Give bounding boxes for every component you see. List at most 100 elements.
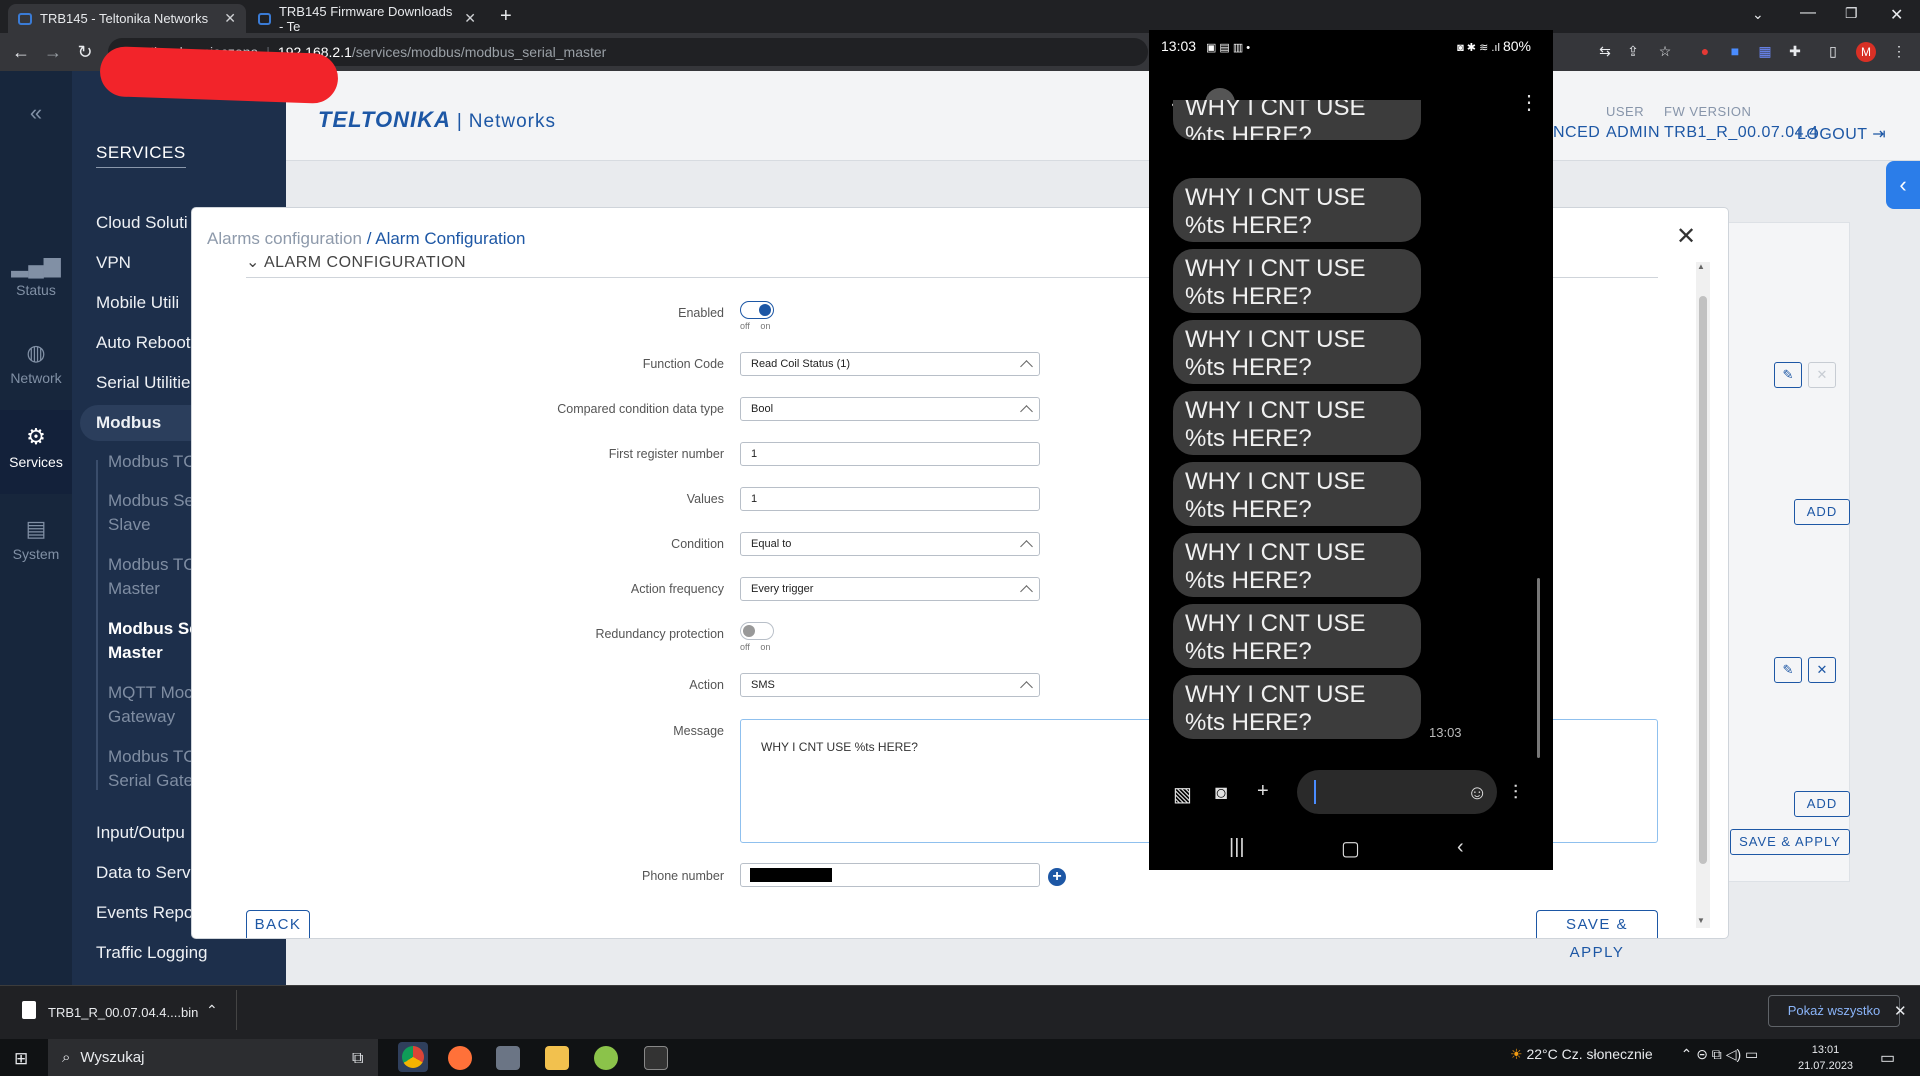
file-explorer-icon[interactable] [545,1046,569,1070]
plus-icon[interactable]: + [1257,780,1269,803]
save-apply-button[interactable]: SAVE & APPLY [1536,910,1658,961]
gallery-icon[interactable]: ▧ [1173,782,1192,807]
voice-icon[interactable]: ⫶ [1513,782,1518,805]
sidebar-item-auto-reboot[interactable]: Auto Reboot [96,333,191,353]
delete-icon[interactable]: ✕ [1808,362,1836,388]
condition-select[interactable]: Equal to [740,532,1040,556]
breadcrumb-parent[interactable]: Alarms configuration [207,229,362,248]
restore-icon[interactable]: ❐ [1845,5,1858,22]
sidebar-item-traffic-logging[interactable]: Traffic Logging [96,943,208,963]
chevron-up-icon [1020,540,1033,553]
profile-avatar[interactable]: M [1856,42,1876,62]
downloads-close-icon[interactable]: ✕ [1894,1002,1907,1020]
task-view-icon[interactable]: ⧉ [352,1050,363,1068]
edit-pencil-icon[interactable]: ✎ [1774,362,1802,388]
delete-icon[interactable]: ✕ [1808,657,1836,683]
notifications-icon[interactable]: ▭ [1880,1048,1895,1068]
browser-menu-icon[interactable]: ⋮ [1890,42,1908,60]
download-item[interactable]: TRB1_R_00.07.04.4....bin [48,1005,198,1020]
sidebar-item-cloud[interactable]: Cloud Soluti [96,213,188,233]
edit-pencil-icon[interactable]: ✎ [1774,657,1802,683]
show-all-downloads-button[interactable]: Pokaż wszystko [1768,995,1900,1027]
taskbar-search[interactable]: ⌕ Wyszukaj [48,1039,378,1076]
app-icon[interactable] [496,1046,520,1070]
sidebar-subitem[interactable]: Modbus Se Slave [108,489,194,537]
action-select[interactable]: SMS [740,673,1040,697]
add-button[interactable]: ADD [1794,499,1850,525]
sidebar-subitem-current[interactable]: Modbus Se Master [108,617,199,665]
camera-icon[interactable]: ◙ [1215,782,1227,805]
modal-close-icon[interactable]: ✕ [1676,222,1696,251]
firefox-icon[interactable] [448,1046,472,1070]
scroll-down-icon[interactable]: ▼ [1697,916,1705,925]
tab-firmware-downloads[interactable]: TRB145 Firmware Downloads - Te ✕ [248,4,486,34]
rail-item-status[interactable]: ▂▄▆ Status [0,252,72,298]
sidepanel-icon[interactable]: ▯ [1824,42,1842,60]
rail-item-system[interactable]: ▤ System [0,516,72,562]
sidebar-item-mobile[interactable]: Mobile Utili [96,293,179,313]
home-icon[interactable]: ▢ [1341,836,1360,861]
phone-nav-back-icon[interactable]: ‹ [1457,836,1464,859]
extension-red-icon[interactable]: ● [1696,42,1714,60]
emoji-icon[interactable]: ☺ [1467,782,1487,805]
mode-label[interactable]: NCED [1553,124,1600,142]
compared-type-select[interactable]: Bool [740,397,1040,421]
sidebar-item-data-to-server[interactable]: Data to Serv [96,863,191,883]
collapse-sidebar-icon[interactable]: « [0,100,72,126]
sidebar-subitem[interactable]: Modbus TC [108,450,196,474]
sidebar-subitem[interactable]: Modbus TC Serial Gate [108,745,196,793]
section-title[interactable]: ⌄ ALARM CONFIGURATION [246,252,466,272]
tray-icons[interactable]: ⊝ ⧉ ◁) ▭ [1696,1046,1758,1062]
sidebar-item-io[interactable]: Input/Outpu [96,823,185,843]
enabled-toggle[interactable] [740,301,774,319]
sidebar-subitem[interactable]: MQTT Moc Gateway [108,681,193,729]
status-bars-icon: ▂▄▆ [11,252,61,277]
minimize-icon[interactable]: — [1800,4,1816,22]
weather-desc[interactable]: Cz. słonecznie [1562,1046,1653,1062]
action-frequency-select[interactable]: Every trigger [740,577,1040,601]
tray-chevron-up-icon[interactable]: ⌃ [1681,1046,1693,1062]
sidebar-subitem[interactable]: Modbus TC Master [108,553,196,601]
windows-start-icon[interactable]: ⊞ [14,1049,28,1069]
taskbar-clock[interactable]: 13:01 21.07.2023 [1798,1042,1853,1074]
extension-translate-icon[interactable]: ▦ [1756,42,1774,60]
back-button[interactable]: BACK [246,910,310,938]
sidebar-item-events[interactable]: Events Repo [96,903,193,923]
logout-button[interactable]: LOGOUT ⇥ [1797,124,1886,144]
side-panel-toggle-icon[interactable]: ‹ [1886,161,1920,209]
redundancy-toggle[interactable] [740,622,774,640]
function-code-select[interactable]: Read Coil Status (1) [740,352,1040,376]
share-icon[interactable]: ⇪ [1624,42,1642,60]
rail-item-services[interactable]: ⚙ Services [0,410,72,494]
tab-search-chevron-down-icon[interactable]: ⌄ [1752,6,1764,23]
forward-arrow-icon[interactable]: → [42,41,64,63]
add-button[interactable]: ADD [1794,791,1850,817]
sidebar-item-vpn[interactable]: VPN [96,253,131,273]
first-register-input[interactable]: 1 [740,442,1040,466]
back-arrow-icon[interactable]: ← [10,41,32,63]
app-green-icon[interactable] [594,1046,618,1070]
phone-menu-icon[interactable]: ⋮ [1519,90,1539,115]
extension-blue-icon[interactable]: ■ [1726,42,1744,60]
weather-temp[interactable]: 22°C [1526,1046,1557,1062]
add-phone-plus-icon[interactable]: + [1048,868,1066,886]
translate-icon[interactable]: ⇆ [1596,42,1614,60]
terminal-icon[interactable] [644,1046,668,1070]
window-close-icon[interactable]: ✕ [1890,5,1903,25]
new-tab-button[interactable]: + [500,5,512,28]
sidebar-item-serial[interactable]: Serial Utilitie [96,373,190,393]
teltonika-logo[interactable]: TELTONIKA | Networks [318,107,556,133]
recent-apps-icon[interactable]: ||| [1229,836,1245,859]
tab-close-icon[interactable]: ✕ [224,10,236,27]
values-input[interactable]: 1 [740,487,1040,511]
modal-scroll-thumb[interactable] [1699,296,1707,864]
rail-item-network[interactable]: ◍ Network [0,340,72,386]
save-apply-button-bg[interactable]: SAVE & APPLY [1730,829,1850,855]
reload-icon[interactable]: ↻ [74,41,96,63]
download-chevron-icon[interactable]: ⌃ [206,1002,218,1019]
extensions-puzzle-icon[interactable]: ✚ [1786,42,1804,60]
bookmark-star-icon[interactable]: ☆ [1656,42,1674,60]
scroll-up-icon[interactable]: ▲ [1697,262,1705,271]
tab-teltonika[interactable]: TRB145 - Teltonika Networks ✕ [8,4,246,33]
tab-close-icon[interactable]: ✕ [464,10,476,27]
